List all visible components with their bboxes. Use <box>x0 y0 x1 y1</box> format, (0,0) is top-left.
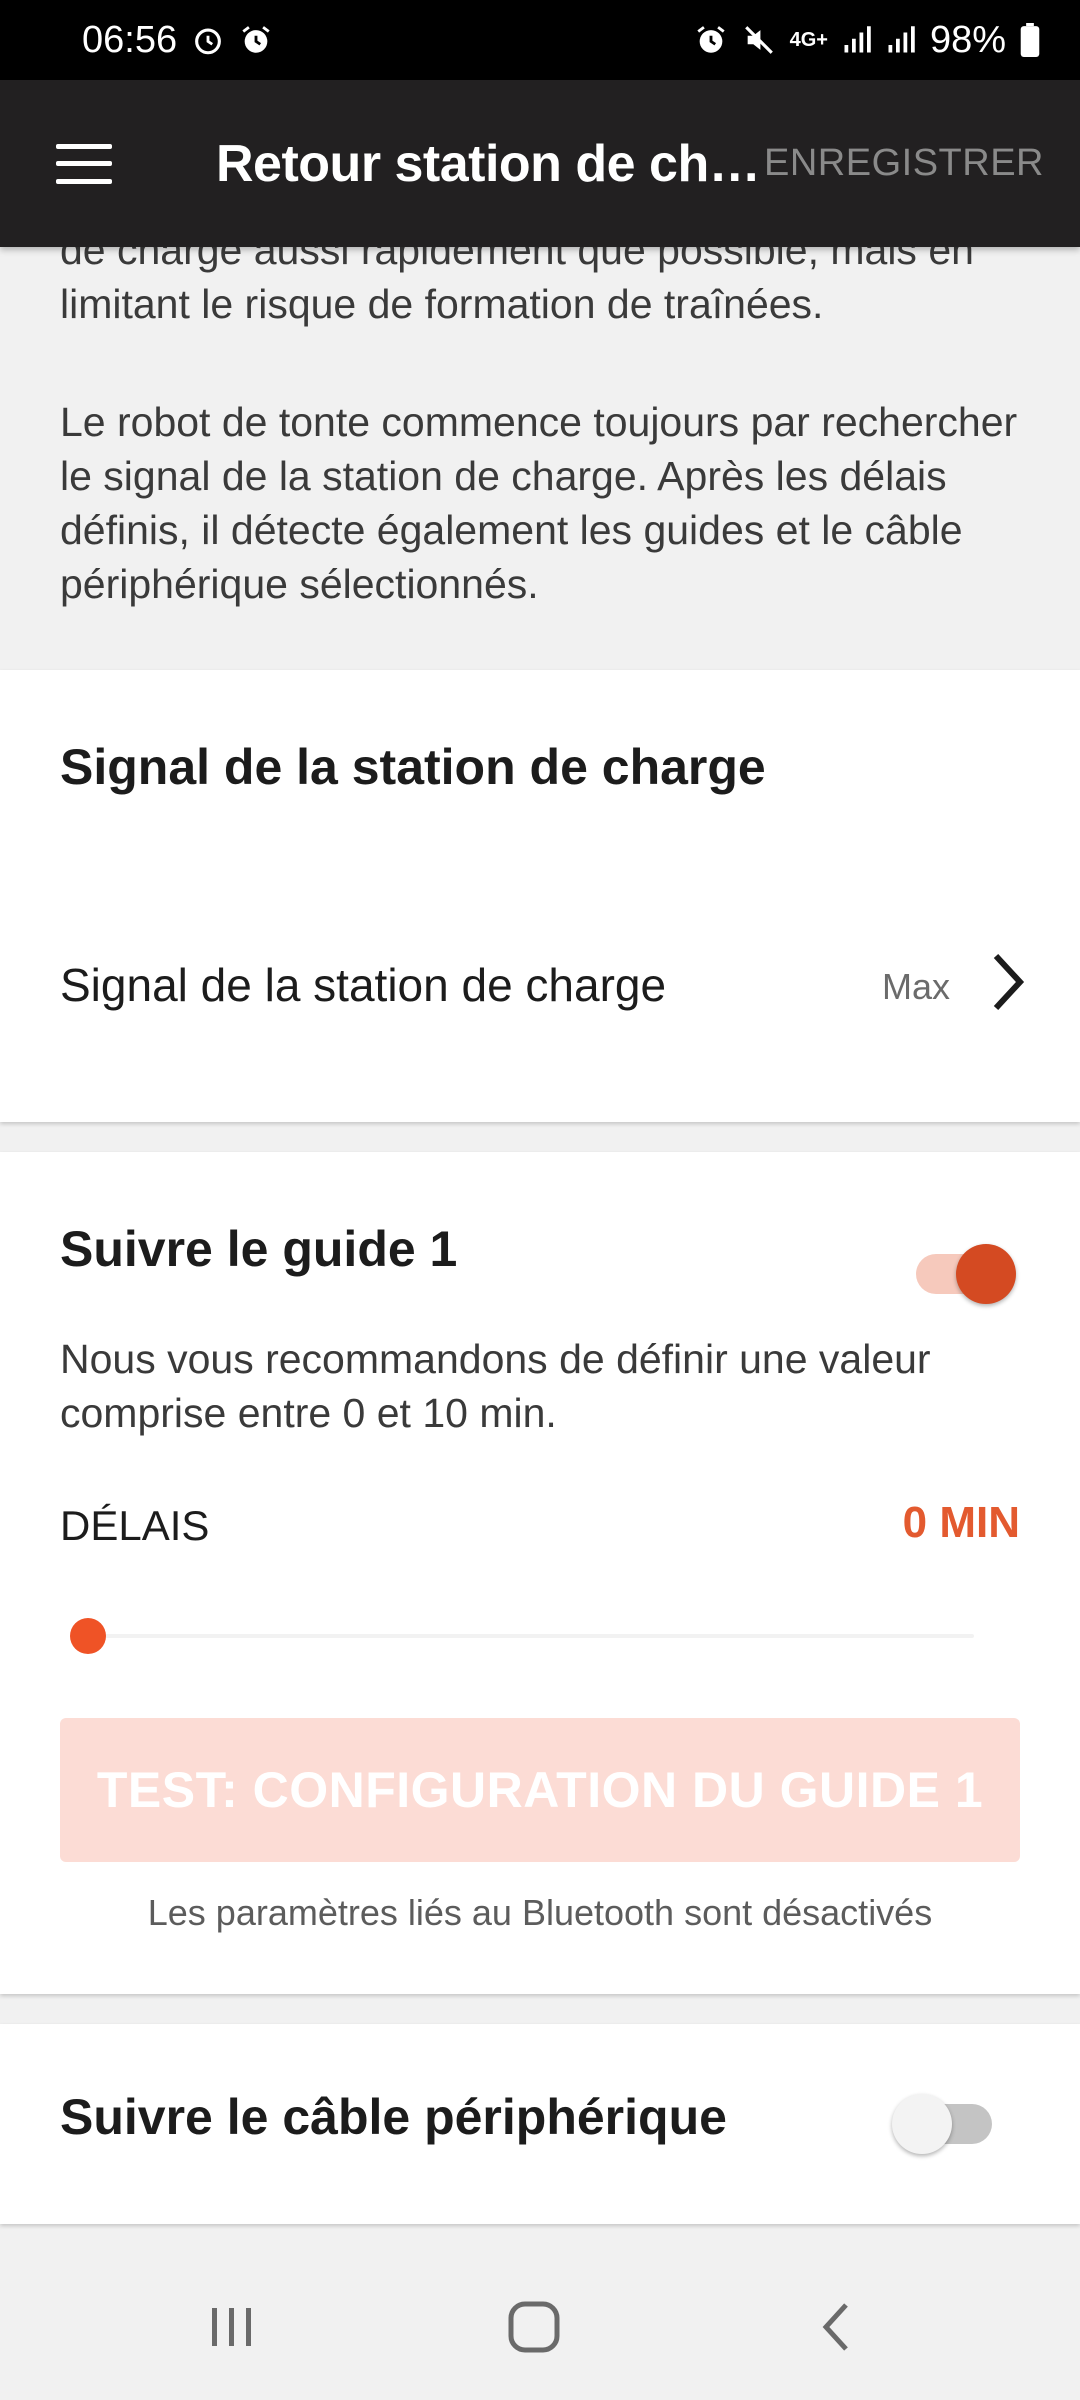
signal-icon <box>842 25 872 55</box>
save-button[interactable]: ENREGISTRER <box>764 142 1044 185</box>
home-button[interactable] <box>454 2254 614 2400</box>
delay-value: 0 MIN <box>902 1498 1020 1547</box>
alarm-icon <box>191 23 225 57</box>
station-signal-row[interactable]: Signal de la station de charge Max <box>0 920 1080 1040</box>
system-nav-bar <box>0 2254 1080 2400</box>
delay-label: DÉLAIS <box>60 1502 210 1549</box>
slider-thumb[interactable] <box>70 1618 106 1654</box>
recent-apps-button[interactable] <box>152 2254 312 2400</box>
menu-icon[interactable] <box>56 143 112 184</box>
app-bar: Retour station de charge ENREGISTRER <box>0 80 1080 247</box>
boundary-wire-card: Suivre le câble périphérique <box>0 2024 1080 2224</box>
guide1-toggle[interactable] <box>916 1244 1016 1304</box>
chevron-right-icon <box>993 953 1025 1011</box>
toggle-knob <box>892 2094 952 2154</box>
back-icon <box>822 2303 848 2351</box>
battery-percent: 98% <box>929 18 1006 61</box>
station-signal-card: Signal de la station de charge Signal de… <box>0 670 1080 1122</box>
recent-apps-icon <box>212 2308 251 2346</box>
home-icon <box>508 2301 560 2353</box>
slider-track <box>88 1634 974 1638</box>
back-button[interactable] <box>756 2254 916 2400</box>
alarm-clock-icon <box>239 23 273 57</box>
test-guide1-button[interactable]: TEST: CONFIGURATION DU GUIDE 1 <box>60 1718 1020 1862</box>
boundary-wire-title: Suivre le câble périphérique <box>60 2089 727 2145</box>
station-signal-value: Max <box>881 966 950 1007</box>
station-signal-title: Signal de la station de charge <box>60 739 766 795</box>
intro-paragraph-1: de charge aussi rapidement que possible,… <box>60 247 974 327</box>
guide1-title: Suivre le guide 1 <box>60 1221 458 1277</box>
mute-icon <box>742 23 776 57</box>
status-bar: 06:56 4G+ 98% <box>0 0 1080 80</box>
battery-icon <box>1020 23 1040 57</box>
toggle-knob <box>956 1244 1016 1304</box>
bluetooth-note: Les paramètres liés au Bluetooth sont dé… <box>147 1892 933 1933</box>
status-time: 06:56 <box>82 18 178 61</box>
network-type: 4G+ <box>789 28 828 51</box>
intro-paragraph-2: Le robot de tonte commence toujours par … <box>60 399 1018 607</box>
boundary-wire-toggle[interactable] <box>892 2094 992 2154</box>
intro-section: de charge aussi rapidement que possible,… <box>0 247 1080 669</box>
guide1-card: Suivre le guide 1 Nous vous recommandons… <box>0 1152 1080 1994</box>
alarm-icon-right <box>694 23 728 57</box>
guide1-description: Nous vous recommandons de définir une va… <box>60 1336 931 1436</box>
page-title: Retour station de charge <box>216 134 764 193</box>
signal-icon-2 <box>886 25 916 55</box>
delay-slider[interactable] <box>70 1616 974 1656</box>
station-signal-row-label: Signal de la station de charge <box>60 959 667 1011</box>
